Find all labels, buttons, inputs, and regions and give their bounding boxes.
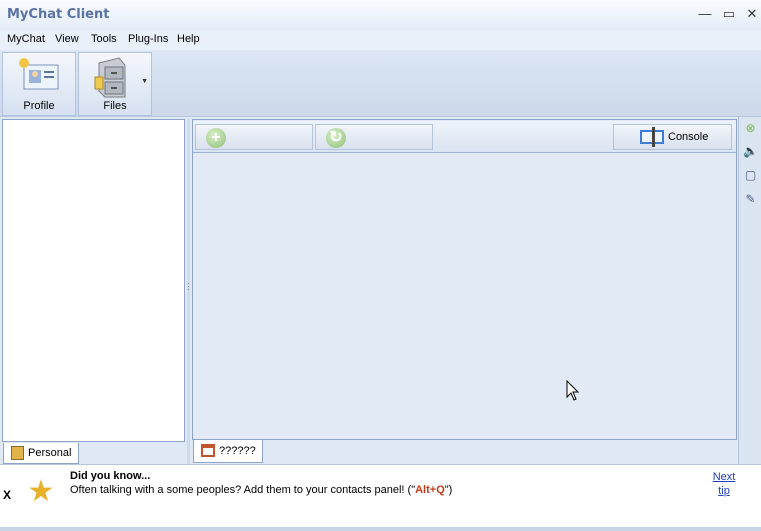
next-tip-line2: tip [718, 485, 730, 497]
star-icon: ★ [27, 475, 55, 508]
app-title: MyChat Client [7, 7, 110, 22]
profile-card-icon [19, 58, 59, 90]
tip-bar: X ★ Did you know... Often talking with a… [0, 465, 761, 527]
splitter-grip-icon: · · · [187, 279, 190, 294]
next-tip-link[interactable]: Next tip [705, 470, 743, 498]
main-content-area[interactable] [193, 154, 736, 439]
menu-plugins[interactable]: Plug-Ins [128, 33, 168, 45]
tip-text: Often talking with a some peoples? Add t… [70, 484, 452, 496]
contacts-panel[interactable] [2, 119, 185, 442]
chevron-down-icon[interactable]: ▼ [141, 78, 148, 85]
tab-home-label: ?????? [219, 445, 256, 457]
tab-personal-label: Personal [28, 447, 72, 459]
status-bar [0, 527, 761, 531]
main-toolbar: + ↻ Console [193, 121, 736, 153]
refresh-icon: ↻ [326, 128, 346, 148]
tip-close-button[interactable]: X [3, 488, 11, 502]
close-circle-icon[interactable]: ⊗ [742, 120, 759, 137]
close-button[interactable]: ✕ [744, 6, 760, 22]
menu-bar: MyChat View Tools Plug-Ins Help [0, 30, 761, 50]
speaker-icon[interactable]: 🔈 [742, 143, 759, 160]
console-button[interactable]: Console [613, 124, 732, 150]
home-icon [201, 444, 215, 457]
tab-personal[interactable]: Personal [3, 443, 79, 464]
next-tip-line1: Next [712, 471, 736, 483]
menu-view[interactable]: View [55, 33, 79, 45]
profile-label: Profile [23, 100, 55, 112]
add-button[interactable]: + [195, 124, 313, 150]
title-bar: MyChat Client — ▭ ✕ [0, 0, 761, 30]
refresh-button[interactable]: ↻ [315, 124, 433, 150]
window-icon[interactable]: ▢ [742, 167, 759, 184]
side-toolbar: ⊗ 🔈 ▢ ✎ [738, 117, 761, 464]
tab-home[interactable]: ?????? [193, 440, 263, 463]
tip-hotkey: Alt+Q [415, 484, 445, 496]
console-cursor-icon [652, 127, 655, 147]
maximize-button[interactable]: ▭ [721, 6, 737, 22]
profile-button[interactable]: Profile [2, 52, 76, 116]
pin-icon[interactable]: ✎ [742, 191, 759, 208]
tip-text-before: Often talking with a some peoples? Add t… [70, 484, 416, 496]
mouse-cursor-icon [566, 380, 580, 401]
files-label: Files [103, 100, 127, 112]
file-cabinet-icon [94, 57, 126, 98]
ribbon: Profile ▼ Files [0, 50, 761, 117]
menu-help[interactable]: Help [177, 33, 200, 45]
menu-tools[interactable]: Tools [91, 33, 117, 45]
console-label: Console [668, 131, 709, 143]
plus-icon: + [206, 128, 226, 148]
tip-title: Did you know... [70, 470, 151, 482]
minimize-button[interactable]: — [697, 6, 713, 22]
files-button[interactable]: ▼ Files [78, 52, 152, 116]
menu-mychat[interactable]: MyChat [7, 33, 45, 45]
contacts-book-icon [11, 446, 24, 460]
tip-text-after: ") [444, 484, 453, 496]
